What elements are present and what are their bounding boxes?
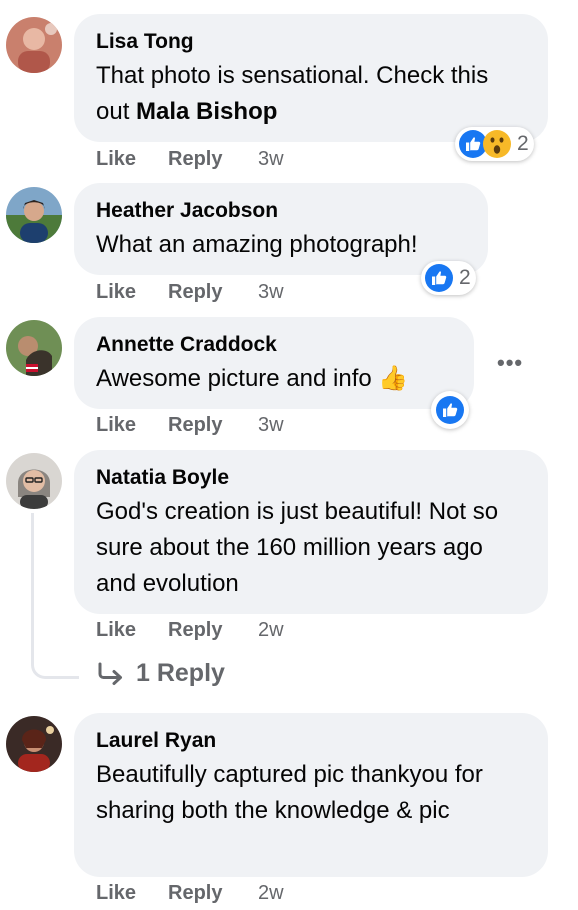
comment-text: That photo is sensational. Check this ou… (96, 58, 526, 130)
reply-button[interactable]: Reply (168, 148, 222, 171)
comment-bubble: Heather Jacobson What an amazing photogr… (74, 183, 488, 275)
like-icon (435, 395, 465, 425)
comment-author[interactable]: Annette Craddock (96, 331, 452, 359)
timestamp[interactable]: 3w (258, 414, 284, 437)
avatar[interactable] (6, 17, 62, 73)
timestamp[interactable]: 2w (258, 619, 284, 642)
comment-bubble: Annette Craddock Awesome picture and inf… (74, 317, 474, 409)
reaction-summary[interactable]: 2 (421, 261, 476, 295)
comment-bubble: Laurel Ryan Beautifully captured pic tha… (74, 713, 548, 877)
timestamp[interactable]: 2w (258, 882, 284, 905)
like-button[interactable]: Like (96, 281, 136, 304)
comment-author[interactable]: Laurel Ryan (96, 727, 526, 755)
reaction-summary[interactable]: 2 (455, 127, 534, 161)
comment-bubble: Natatia Boyle God's creation is just bea… (74, 450, 548, 614)
view-replies-button[interactable]: 1 Reply (96, 659, 225, 688)
mention-link[interactable]: Mala Bishop (136, 98, 277, 125)
comment-bubble: Lisa Tong That photo is sensational. Che… (74, 14, 548, 142)
avatar[interactable] (6, 453, 62, 509)
timestamp[interactable]: 3w (258, 281, 284, 304)
reply-button[interactable]: Reply (168, 882, 222, 905)
avatar[interactable] (6, 320, 62, 376)
comment-text: Awesome picture and info 👍 (96, 365, 409, 392)
like-button[interactable]: Like (96, 619, 136, 642)
reply-button[interactable]: Reply (168, 414, 222, 437)
reaction-summary[interactable] (431, 391, 469, 429)
wow-icon (482, 129, 512, 159)
comment-text: Beautifully captured pic thankyou for sh… (96, 761, 483, 824)
comment-text: God's creation is just beautiful! Not so… (96, 498, 499, 597)
comment-author[interactable]: Heather Jacobson (96, 197, 466, 225)
comment-author[interactable]: Natatia Boyle (96, 464, 526, 492)
reply-button[interactable]: Reply (168, 281, 222, 304)
more-options-icon[interactable]: ••• (497, 350, 523, 376)
like-button[interactable]: Like (96, 148, 136, 171)
replies-count: 1 Reply (136, 659, 225, 687)
like-button[interactable]: Like (96, 882, 136, 905)
reply-button[interactable]: Reply (168, 619, 222, 642)
like-icon (424, 263, 454, 293)
avatar[interactable] (6, 187, 62, 243)
comment-author[interactable]: Lisa Tong (96, 28, 526, 56)
reaction-count: 2 (459, 266, 471, 289)
comment-text: What an amazing photograph! (96, 231, 418, 258)
reply-thread-line (31, 513, 79, 679)
reaction-count: 2 (517, 132, 529, 155)
reply-arrow-icon (98, 662, 122, 685)
avatar[interactable] (6, 716, 62, 772)
like-button[interactable]: Like (96, 414, 136, 437)
timestamp[interactable]: 3w (258, 148, 284, 171)
